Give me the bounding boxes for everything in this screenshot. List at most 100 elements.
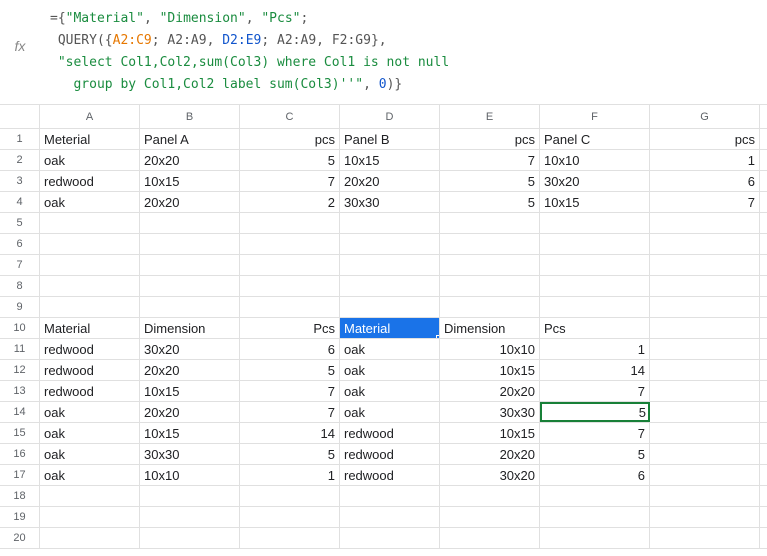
cell[interactable]: 30x20 — [440, 465, 540, 485]
cell[interactable]: 7 — [440, 150, 540, 170]
cell[interactable] — [650, 486, 760, 506]
cell[interactable] — [540, 276, 650, 296]
cell[interactable] — [650, 423, 760, 443]
cell[interactable]: 5 — [540, 444, 650, 464]
cell-selected[interactable]: Material — [340, 318, 440, 338]
cell[interactable] — [650, 255, 760, 275]
cell[interactable]: oak — [340, 339, 440, 359]
cell[interactable] — [440, 507, 540, 527]
cell[interactable] — [140, 507, 240, 527]
row-header[interactable]: 9 — [0, 297, 40, 317]
row-header[interactable]: 15 — [0, 423, 40, 443]
row-header[interactable]: 5 — [0, 213, 40, 233]
cell[interactable]: 10x15 — [140, 171, 240, 191]
cell[interactable]: oak — [340, 381, 440, 401]
cell[interactable]: 30x30 — [340, 192, 440, 212]
cell[interactable] — [40, 234, 140, 254]
row-header[interactable]: 3 — [0, 171, 40, 191]
cell[interactable] — [650, 276, 760, 296]
cell[interactable]: Material — [40, 318, 140, 338]
cell[interactable] — [650, 213, 760, 233]
cell[interactable]: 7 — [240, 402, 340, 422]
row-header[interactable]: 1 — [0, 129, 40, 149]
cell[interactable]: 10x10 — [440, 339, 540, 359]
cell[interactable]: 5 — [240, 360, 340, 380]
cell[interactable]: 6 — [240, 339, 340, 359]
row-header[interactable]: 17 — [0, 465, 40, 485]
cell[interactable]: oak — [40, 192, 140, 212]
cell[interactable] — [440, 213, 540, 233]
cell[interactable]: Meterial — [40, 129, 140, 149]
corner-cell[interactable] — [0, 105, 40, 128]
cell[interactable]: 20x20 — [440, 444, 540, 464]
cell[interactable]: 5 — [440, 171, 540, 191]
col-header-a[interactable]: A — [40, 105, 140, 128]
row-header[interactable]: 8 — [0, 276, 40, 296]
cell[interactable]: 1 — [650, 150, 760, 170]
row-header[interactable]: 16 — [0, 444, 40, 464]
cell[interactable] — [540, 486, 650, 506]
cell[interactable]: Dimension — [440, 318, 540, 338]
cell[interactable]: 5 — [240, 150, 340, 170]
cell[interactable] — [240, 486, 340, 506]
cell[interactable] — [440, 486, 540, 506]
cell[interactable] — [540, 234, 650, 254]
cell[interactable] — [340, 255, 440, 275]
cell[interactable]: 10x15 — [340, 150, 440, 170]
cell[interactable] — [340, 507, 440, 527]
col-header-b[interactable]: B — [140, 105, 240, 128]
cell[interactable]: 2 — [240, 192, 340, 212]
cell[interactable] — [340, 297, 440, 317]
cell[interactable]: 10x15 — [440, 423, 540, 443]
cell[interactable]: oak — [40, 150, 140, 170]
cell[interactable]: 10x15 — [540, 192, 650, 212]
cell[interactable]: Panel C — [540, 129, 650, 149]
cell[interactable] — [140, 255, 240, 275]
cell[interactable] — [650, 318, 760, 338]
cell[interactable]: 20x20 — [140, 360, 240, 380]
cell[interactable] — [240, 507, 340, 527]
cell[interactable]: Panel A — [140, 129, 240, 149]
cell[interactable]: 10x15 — [140, 381, 240, 401]
cell[interactable]: 14 — [540, 360, 650, 380]
cell[interactable] — [540, 528, 650, 548]
cell[interactable]: 10x15 — [140, 423, 240, 443]
cell[interactable] — [140, 234, 240, 254]
cell[interactable]: oak — [340, 360, 440, 380]
cell[interactable]: 10x10 — [140, 465, 240, 485]
cell[interactable]: 6 — [540, 465, 650, 485]
row-header[interactable]: 12 — [0, 360, 40, 380]
cell[interactable] — [140, 276, 240, 296]
cell[interactable] — [650, 381, 760, 401]
cell[interactable]: 5 — [440, 192, 540, 212]
cell[interactable] — [650, 297, 760, 317]
cell[interactable]: 7 — [540, 423, 650, 443]
cell[interactable] — [40, 486, 140, 506]
cell[interactable] — [240, 276, 340, 296]
cell[interactable] — [650, 444, 760, 464]
cell[interactable]: Dimension — [140, 318, 240, 338]
cell[interactable] — [240, 528, 340, 548]
cell[interactable] — [340, 486, 440, 506]
cell[interactable]: oak — [40, 444, 140, 464]
cell-active[interactable]: 5 — [540, 402, 650, 422]
cell[interactable]: redwood — [40, 339, 140, 359]
row-header[interactable]: 6 — [0, 234, 40, 254]
cell[interactable] — [340, 528, 440, 548]
col-header-f[interactable]: F — [540, 105, 650, 128]
cell[interactable]: 7 — [650, 192, 760, 212]
cell[interactable] — [140, 486, 240, 506]
cell[interactable]: 10x15 — [440, 360, 540, 380]
cell[interactable] — [140, 528, 240, 548]
cell[interactable]: oak — [40, 402, 140, 422]
cell[interactable] — [540, 255, 650, 275]
cell[interactable]: Panel B — [340, 129, 440, 149]
cell[interactable] — [40, 507, 140, 527]
cell[interactable]: 1 — [240, 465, 340, 485]
row-header[interactable]: 18 — [0, 486, 40, 506]
row-header[interactable]: 13 — [0, 381, 40, 401]
cell[interactable]: 30x20 — [140, 339, 240, 359]
row-header[interactable]: 7 — [0, 255, 40, 275]
cell[interactable] — [540, 213, 650, 233]
cell[interactable] — [650, 465, 760, 485]
